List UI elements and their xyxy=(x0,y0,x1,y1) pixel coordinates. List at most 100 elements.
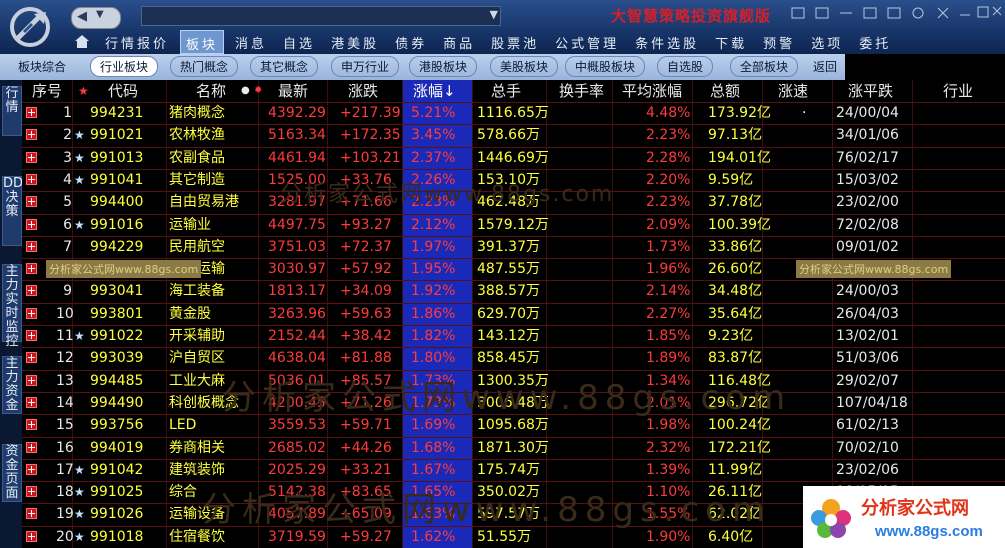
tab-other-concept[interactable]: 其它概念 xyxy=(250,56,319,77)
menu-item-11[interactable]: 预警 xyxy=(758,30,800,52)
back-forward-buttons[interactable]: ◀ ▼ xyxy=(71,7,121,29)
menu-item-6[interactable]: 商品 xyxy=(438,30,480,52)
table-row[interactable]: 14 994490 科创板概念 4200.45 +71.26 1.73% 3006.48万 2… xyxy=(22,391,1005,414)
col-header-volume[interactable]: 总手 xyxy=(491,80,521,102)
expand-plus-icon[interactable] xyxy=(26,352,37,364)
home-icon[interactable] xyxy=(74,33,90,49)
menu-item-5[interactable]: 债券 xyxy=(390,30,432,52)
col-header-turnover[interactable]: 换手率 xyxy=(559,80,604,102)
col-header-amount[interactable]: 总额 xyxy=(710,80,740,102)
menu-item-7[interactable]: 股票池 xyxy=(486,30,544,52)
vtab-main-fund[interactable]: 主力资金 xyxy=(2,356,22,414)
back-arrow-icon[interactable]: ◀ xyxy=(77,9,87,24)
table-row[interactable]: 13 994485 工业大麻 5036.01 +85.57 1.73% 1300.35万 1.… xyxy=(22,369,1005,392)
tab-shenwan-industry[interactable]: 申万行业 xyxy=(331,56,400,77)
expand-plus-icon[interactable] xyxy=(26,240,37,252)
col-header-avg-pct[interactable]: 平均涨幅 xyxy=(622,80,682,102)
menu-item-1[interactable]: 板块 xyxy=(180,30,225,54)
expand-plus-icon[interactable] xyxy=(26,196,37,208)
col-header-last[interactable]: 最新 xyxy=(278,80,308,102)
col-header-adv-dec[interactable]: 涨平跌 xyxy=(848,80,893,102)
col-header-index[interactable]: 序号 xyxy=(32,80,62,102)
col-header-change[interactable]: 涨跌 xyxy=(348,80,378,102)
table-row[interactable]: 6 ★ 991016 运输业 4497.75 +93.27 2.12% 1579.12万 2.0… xyxy=(22,213,1005,236)
tab-china-concept-board[interactable]: 中概股板块 xyxy=(565,56,646,77)
expand-plus-icon[interactable] xyxy=(26,441,37,453)
vtab-quotes[interactable]: 行情 xyxy=(2,86,22,136)
expand-plus-icon[interactable] xyxy=(26,307,37,319)
cell-amt: 62.02亿 xyxy=(708,506,763,523)
menu-item-4[interactable]: 港美股 xyxy=(326,30,384,52)
expand-plus-icon[interactable] xyxy=(26,218,37,230)
expand-plus-icon[interactable] xyxy=(26,419,37,431)
expand-plus-icon[interactable] xyxy=(26,486,37,498)
cell-code: 993801 xyxy=(90,305,144,322)
vtab-main-monitor[interactable]: 主力实时监控 xyxy=(2,264,22,349)
cell-adv: 13/02/01 xyxy=(836,328,899,344)
menu-item-9[interactable]: 条件选股 xyxy=(630,30,704,52)
tab-board-overview[interactable]: 板块综合 xyxy=(18,58,66,75)
tab-hk-board[interactable]: 港股板块 xyxy=(409,56,478,77)
dropdown-arrow-icon[interactable]: ▼ xyxy=(96,9,104,20)
table-row[interactable]: 16 994019 券商相关 2685.02 +44.26 1.68% 1871.30万 2.… xyxy=(22,436,1005,459)
table-row[interactable]: 3 ★ 991013 农副食品 4461.94 +103.21 2.37% 1446.69万 2… xyxy=(22,146,1005,169)
tab-watchlist[interactable]: 自选股 xyxy=(657,56,714,77)
address-bar[interactable]: ▼ xyxy=(141,6,501,26)
expand-plus-icon[interactable] xyxy=(26,173,37,185)
col-header-pct[interactable]: 涨幅↓ xyxy=(413,80,456,102)
tab-industry-board[interactable]: 行业板块 xyxy=(90,56,159,77)
tab-us-board[interactable]: 美股板块 xyxy=(490,56,559,77)
table-row[interactable]: 7 994229 民用航空 3751.03 +72.37 1.97% 391.37万 1.73… xyxy=(22,235,1005,258)
cell-adv: 24/00/03 xyxy=(836,283,899,300)
table-row[interactable]: 12 993039 沪自贸区 4638.04 +81.88 1.80% 858.45万 1.8… xyxy=(22,347,1005,369)
expand-plus-icon[interactable] xyxy=(26,374,37,386)
menu-item-0[interactable]: 行情报价 xyxy=(100,30,174,52)
expand-plus-icon[interactable] xyxy=(26,107,37,118)
expand-plus-icon[interactable] xyxy=(26,330,37,341)
expand-plus-icon[interactable] xyxy=(26,508,37,520)
row-index: 9 xyxy=(63,283,72,300)
menu-item-12[interactable]: 选项 xyxy=(806,30,848,52)
col-header-industry[interactable]: 行业 xyxy=(943,80,973,102)
menu-item-3[interactable]: 自选 xyxy=(278,30,320,52)
table-row[interactable]: 11 ★ 991022 开采辅助 2152.44 +38.42 1.82% 143.12万 1.… xyxy=(22,325,1005,347)
chevron-down-icon[interactable]: ▼ xyxy=(490,8,498,21)
table-row[interactable]: 17 ★ 991042 建筑装饰 2025.29 +33.21 1.67% 175.74万 1.… xyxy=(22,458,1005,481)
expand-plus-icon[interactable] xyxy=(26,463,37,475)
menu-item-13[interactable]: 委托 xyxy=(854,30,896,52)
table-row[interactable]: 4 ★ 991041 其它制造 1525.00 +33.76 2.26% 153.10万 2.2… xyxy=(22,168,1005,191)
cell-pct: 1.92% xyxy=(411,283,456,300)
expand-plus-icon[interactable] xyxy=(26,263,37,275)
cell-vol: 1871.30万 xyxy=(477,439,549,456)
board-tab-row: 板块综合 行业板块 热门概念 其它概念 申万行业 港股板块 美股板块 中概股板块… xyxy=(0,54,845,80)
col-header-name[interactable]: 名称 xyxy=(196,80,226,102)
col-header-speed[interactable]: 涨速 xyxy=(778,80,808,102)
back-button[interactable]: 返回 xyxy=(813,58,837,75)
expand-plus-icon[interactable] xyxy=(26,151,37,163)
expand-plus-icon[interactable] xyxy=(26,129,37,141)
vtab-dde[interactable]: DDE决策 xyxy=(2,176,31,246)
expand-plus-icon[interactable] xyxy=(26,530,37,542)
table-row[interactable]: 9 993041 海工装备 1813.17 +34.09 1.92% 388.57万 2.14… xyxy=(22,280,1005,302)
expand-plus-icon[interactable] xyxy=(26,396,37,408)
vtab-fund-page[interactable]: 资金页面 xyxy=(2,444,22,502)
tab-all-boards[interactable]: 全部板块 xyxy=(730,56,799,77)
cell-name: 黄金股 xyxy=(169,305,211,322)
expand-plus-icon[interactable] xyxy=(26,285,37,297)
menu-item-2[interactable]: 消息 xyxy=(230,30,272,52)
table-row[interactable]: 5 994400 自由贸易港 3281.97 +71.66 2.23% 462.48万 2.2… xyxy=(22,191,1005,213)
menu-item-8[interactable]: 公式管理 xyxy=(550,30,624,52)
tab-hot-concept[interactable]: 热门概念 xyxy=(170,56,239,77)
table-row[interactable]: 15 993756 LED 3559.53 +59.71 1.69% 1095.68万 1.9… xyxy=(22,414,1005,436)
table-row[interactable]: 2 ★ 991021 农林牧渔 5163.34 +172.35 3.45% 578.66万 2.… xyxy=(22,124,1005,146)
cell-name: 运输设备 xyxy=(169,506,225,523)
table-row[interactable]: 10 993801 黄金股 3263.96 +59.63 1.86% 629.70万 2.27… xyxy=(22,302,1005,325)
cell-last: 3559.53 xyxy=(268,417,326,434)
main-menu: 行情报价 板块 消息 自选 港美股 债券 商品 股票池 公式管理 条件选股 下载 预警 选项 委托 xyxy=(100,30,902,54)
col-header-code[interactable]: 代码 xyxy=(108,80,138,102)
table-row[interactable]: 1 994231 猪肉概念 4392.29 +217.39 5.21% 1116.65万 4.… xyxy=(22,102,1005,124)
cell-adv: 26/04/03 xyxy=(836,305,899,322)
menu-item-10[interactable]: 下载 xyxy=(710,30,752,52)
cell-last: 3719.59 xyxy=(268,528,326,545)
settings-icon[interactable]: ✹ xyxy=(254,80,262,102)
